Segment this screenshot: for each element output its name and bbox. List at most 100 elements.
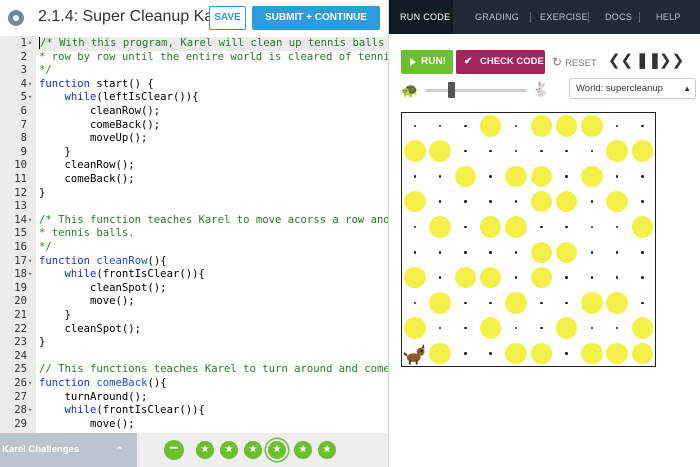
collapse-minus-icon[interactable]: − (164, 440, 184, 460)
code-line[interactable]: 8 moveUp(); (0, 132, 388, 146)
code-line[interactable]: 24 (0, 350, 388, 364)
progress-star-icon[interactable]: ★ (196, 441, 214, 459)
grid-dot (464, 200, 467, 203)
tennis-ball (404, 317, 426, 339)
fold-arrow-icon[interactable]: ▾ (28, 268, 32, 282)
tennis-ball (479, 115, 502, 137)
code-line[interactable]: 1 ▾ /* With this program, Karel will clean… (0, 37, 388, 51)
check-code-button[interactable]: ✔ CHECK CODE (456, 50, 545, 74)
reset-button[interactable]: ↻ RESET (552, 55, 597, 69)
code-line[interactable]: 26 ▾ function comeBack(){ (0, 377, 388, 391)
grid-cell (554, 138, 580, 164)
grid-dot (514, 149, 518, 153)
checkmark-icon: ✔ (464, 56, 473, 67)
code-line[interactable]: 27 turnAround(); (0, 391, 388, 405)
code-line[interactable]: 29 move(); (0, 418, 388, 432)
tab-docs[interactable]: DOCS (605, 0, 632, 34)
play-icon (410, 58, 416, 66)
grid-dot (438, 124, 442, 127)
grid-cell (402, 214, 428, 240)
code-line[interactable]: 19 cleanSpot(); (0, 282, 388, 296)
code-line[interactable]: 20 move(); (0, 295, 388, 309)
line-number: 3 (20, 64, 27, 77)
code-line[interactable]: 16 */ (0, 241, 388, 255)
code-line[interactable]: 15 * tennis balls. (0, 227, 388, 241)
code-line[interactable]: 6 cleanRow(); (0, 105, 388, 119)
grid-cell (503, 164, 529, 190)
world-select[interactable]: World: supercleanup ▲ (569, 78, 696, 99)
speed-slider-handle[interactable] (448, 82, 455, 98)
gear-icon[interactable] (8, 10, 24, 26)
tab-help[interactable]: HELP (656, 0, 681, 34)
code-line[interactable]: 28 ▾ while(frontIsClear()){ (0, 404, 388, 418)
grid-dot (464, 124, 467, 127)
code-line[interactable]: 5 ▾ while(leftIsClear()){ (0, 91, 388, 105)
fold-arrow-icon[interactable]: ▾ (28, 377, 32, 391)
line-number: 7 (20, 118, 27, 131)
submit-continue-button[interactable]: SUBMIT + CONTINUE (252, 6, 380, 30)
speed-slider[interactable] (425, 89, 527, 92)
code-line[interactable]: 3 */ (0, 64, 388, 78)
reset-label: RESET (565, 58, 597, 69)
tab-grading[interactable]: GRADING (475, 0, 519, 34)
code-line[interactable]: 2 * row by row until the entire world is … (0, 51, 388, 65)
fold-arrow-icon[interactable]: ▾ (28, 78, 32, 92)
fold-arrow-icon[interactable]: ▾ (28, 214, 32, 228)
progress-star-icon[interactable]: ★ (268, 441, 286, 459)
tennis-ball (631, 140, 654, 162)
code-line[interactable]: 18 ▾ while(frontIsClear()){ (0, 268, 388, 282)
code-line[interactable]: 21 } (0, 309, 388, 323)
pause-icon[interactable]: ❚❚ (636, 51, 661, 69)
progress-star-icon[interactable]: ★ (318, 441, 336, 459)
grid-dot (514, 276, 518, 279)
code-line[interactable]: 23} (0, 336, 388, 350)
line-number: 5 (20, 91, 27, 104)
grid-dot (489, 149, 492, 153)
progress-star-icon[interactable]: ★ (294, 441, 312, 459)
editor-header: 2.1.4: Super Cleanup Karel SAVE SUBMIT +… (0, 0, 388, 36)
grid-dot (464, 326, 467, 330)
code-line[interactable]: 10 cleanRow(); (0, 159, 388, 173)
tennis-ball (530, 241, 552, 263)
grid-cell (630, 265, 656, 291)
code-line[interactable]: 11 comeBack(); (0, 173, 388, 187)
fold-arrow-icon[interactable]: ▾ (28, 91, 32, 105)
line-number: 11 (14, 173, 27, 185)
code-text: cleanRow(); (39, 105, 161, 117)
code-line[interactable]: 22 cleanSpot(); (0, 323, 388, 337)
grid-cell (554, 341, 580, 367)
code-line[interactable]: 12} (0, 187, 388, 201)
progress-star-icon[interactable]: ★ (244, 441, 262, 459)
tennis-ball (631, 342, 654, 365)
grid-cell (630, 164, 656, 190)
grid-cell (478, 240, 504, 266)
step-back-icon[interactable]: ❮❮ (608, 51, 633, 69)
code-editor[interactable]: 1 ▾/* With this program, Karel will clean… (0, 36, 388, 433)
run-button[interactable]: RUN! (401, 50, 453, 74)
check-code-label: CHECK CODE (480, 56, 544, 67)
code-line[interactable]: 13 (0, 200, 388, 214)
code-line[interactable]: 7 comeBack(); (0, 119, 388, 133)
line-number: 17 (14, 254, 27, 267)
code-line[interactable]: 4 ▾ function start() { (0, 78, 388, 92)
run-button-label: RUN! (421, 56, 446, 67)
fold-arrow-icon[interactable]: ▾ (28, 255, 32, 269)
tab-run-code[interactable]: RUN CODE (389, 0, 453, 34)
code-line[interactable]: 25 // This functions teaches Karel to tur… (0, 363, 388, 377)
code-text: cleanSpot(); (39, 322, 142, 335)
fold-arrow-icon[interactable]: ▾ (28, 404, 32, 418)
tab-exercise[interactable]: EXERCISE (540, 0, 588, 34)
challenges-label: Karel Challenges (2, 444, 80, 455)
editor-pane: 2.1.4: Super Cleanup Karel SAVE SUBMIT +… (0, 0, 388, 433)
challenges-dropdown[interactable]: Karel Challenges ⌃ (0, 433, 137, 467)
code-line[interactable]: 14 ▾ /* This function teaches Karel to mov… (0, 214, 388, 228)
fold-arrow-icon[interactable]: ▾ (28, 37, 32, 51)
grid-cell (579, 290, 605, 316)
code-line[interactable]: 9 } (0, 146, 388, 160)
progress-star-icon[interactable]: ★ (220, 441, 238, 459)
code-line[interactable]: 17 ▾ function cleanRow(){ (0, 255, 388, 269)
step-forward-icon[interactable]: ❯❯ (659, 51, 684, 69)
save-button[interactable]: SAVE (209, 6, 246, 30)
grid-dot (590, 276, 594, 279)
grid-cell (579, 189, 605, 215)
